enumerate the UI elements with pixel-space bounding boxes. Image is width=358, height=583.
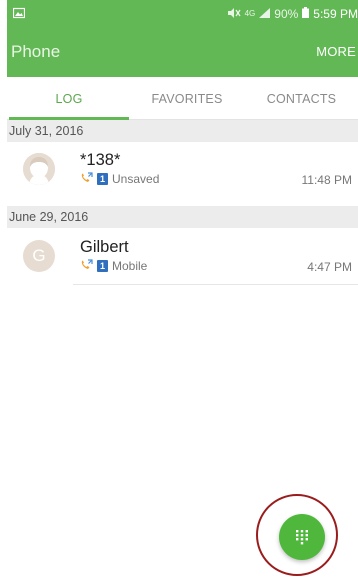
caller-name: Gilbert <box>80 238 129 256</box>
dialpad-button[interactable] <box>279 514 325 560</box>
outgoing-call-icon <box>80 172 93 186</box>
phone-app: 4G 90% 5:59 PM Phone MORE LOG FAVORITES … <box>7 0 358 578</box>
network-type-label: 4G <box>244 9 256 18</box>
avatar-letter: G <box>32 246 46 265</box>
number-label: Unsaved <box>112 172 160 186</box>
sim-badge: 1 <box>97 260 108 272</box>
divider <box>73 284 358 285</box>
status-icons: 4G 90% 5:59 PM <box>227 0 358 27</box>
call-meta: 1 Mobile <box>80 259 147 273</box>
signal-icon <box>259 7 271 21</box>
tab-contacts[interactable]: CONTACTS <box>245 77 358 120</box>
date-header: June 29, 2016 <box>7 206 358 228</box>
call-log-item[interactable]: *138* 1 Unsaved 11:48 PM <box>7 142 358 198</box>
page-title: Phone <box>11 42 61 61</box>
sim-badge: 1 <box>97 173 108 185</box>
outgoing-call-icon <box>80 259 93 273</box>
mute-icon <box>227 7 241 21</box>
battery-percent: 90% <box>274 6 299 21</box>
call-meta: 1 Unsaved <box>80 172 159 186</box>
tab-log[interactable]: LOG <box>9 77 129 120</box>
date-header: July 31, 2016 <box>7 120 358 142</box>
default-person-icon <box>23 153 55 185</box>
clock: 5:59 PM <box>313 6 358 21</box>
number-label: Mobile <box>112 259 148 273</box>
tab-favorites[interactable]: FAVORITES <box>129 77 245 120</box>
battery-icon <box>302 6 310 21</box>
avatar <box>23 153 55 185</box>
call-time: 4:47 PM <box>307 260 352 274</box>
call-time: 11:48 PM <box>301 173 352 187</box>
caller-name: *138* <box>80 151 121 169</box>
call-log-item[interactable]: G Gilbert 1 Mobile 4:47 PM <box>7 229 358 285</box>
more-button[interactable]: MORE <box>316 44 356 59</box>
dialpad-icon <box>296 530 308 545</box>
tab-bar: LOG FAVORITES CONTACTS <box>7 77 358 120</box>
gallery-notification-icon <box>12 7 26 22</box>
avatar: G <box>23 240 55 272</box>
status-bar: 4G 90% 5:59 PM <box>7 0 358 27</box>
app-bar: Phone MORE <box>7 27 358 77</box>
